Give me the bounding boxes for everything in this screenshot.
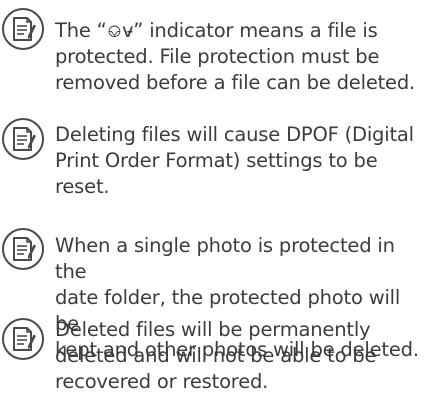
note-text: Deleting files will cause DPOF (Digital … <box>55 123 414 198</box>
note-text: Deleted files will be permanently delete… <box>55 318 377 393</box>
memo-note-icon <box>1 7 45 51</box>
memo-note-icon <box>1 227 45 271</box>
note-text: The “⎉v̵” indicator means a file is prot… <box>55 19 416 94</box>
memo-note-icon <box>1 117 45 161</box>
memo-note-icon <box>1 317 45 361</box>
